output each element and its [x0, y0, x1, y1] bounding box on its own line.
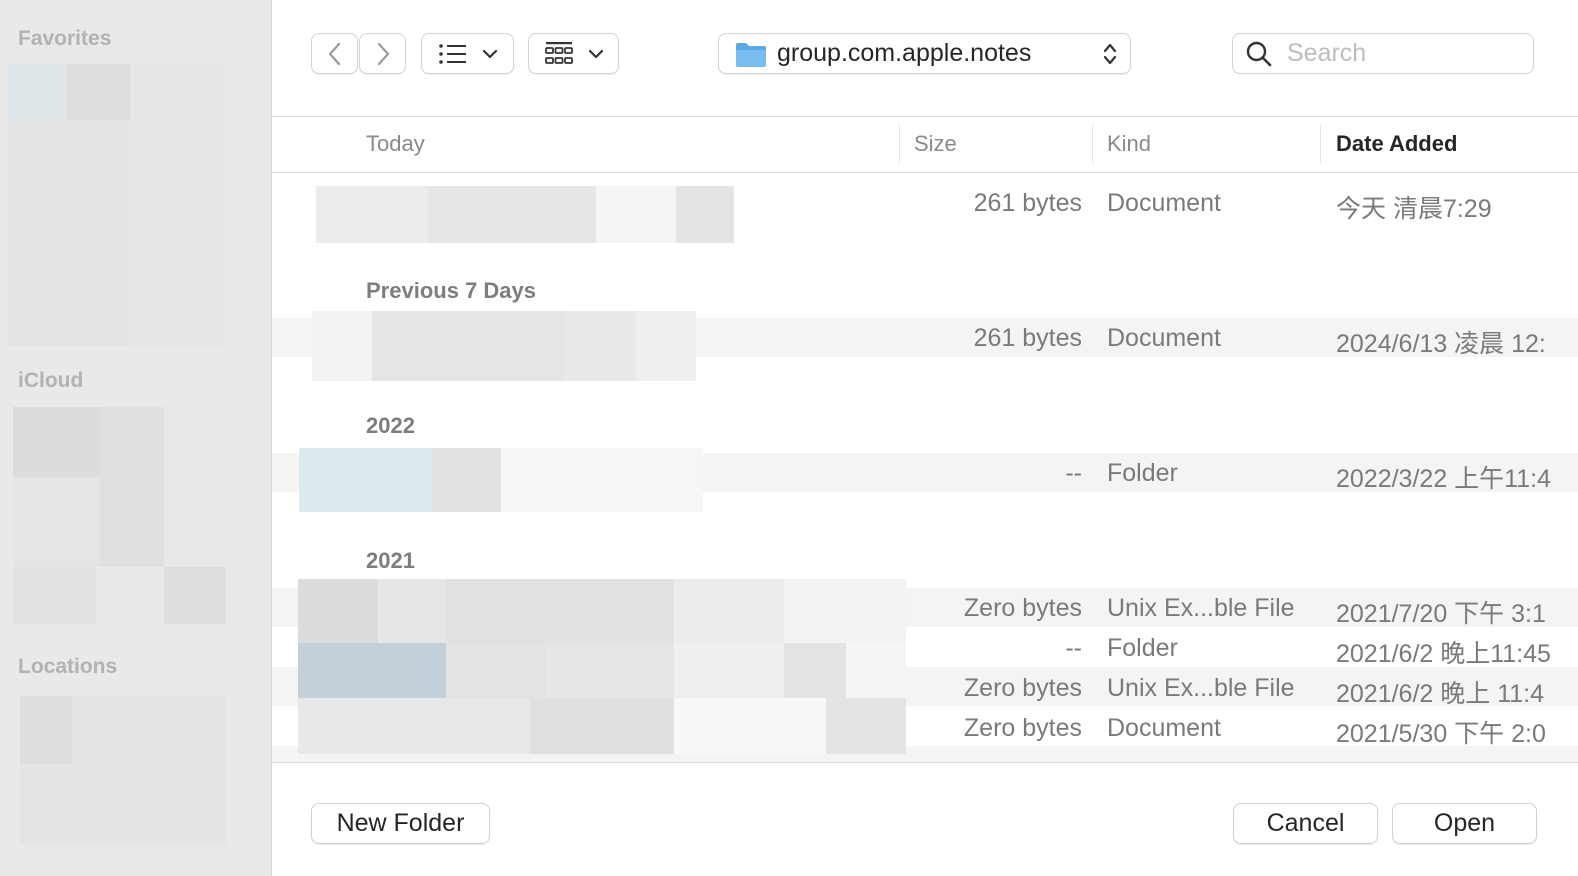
- file-date-added: 2021/6/2 晚上11:45: [1336, 640, 1551, 668]
- new-folder-button[interactable]: New Folder: [311, 803, 490, 844]
- column-header-date-added[interactable]: Date Added: [1336, 131, 1457, 157]
- column-divider[interactable]: [1320, 125, 1321, 163]
- open-button[interactable]: Open: [1392, 803, 1537, 844]
- sidebar-heading-favorites: Favorites: [18, 27, 112, 50]
- file-size: Zero bytes: [963, 674, 1082, 702]
- list-view-icon: [438, 43, 466, 64]
- chevron-down-icon: [482, 49, 497, 58]
- file-size: --: [1065, 459, 1082, 487]
- search-icon: [1246, 41, 1272, 66]
- search-field[interactable]: [1232, 33, 1534, 74]
- file-kind: Unix Ex...ble File: [1107, 594, 1295, 622]
- location-label: group.com.apple.notes: [777, 39, 1032, 67]
- file-kind: Document: [1107, 324, 1221, 352]
- file-date-added: 2022/3/22 上午11:4: [1336, 465, 1551, 493]
- column-divider[interactable]: [899, 125, 900, 163]
- bottom-bar: New Folder Cancel Open: [272, 762, 1578, 876]
- sidebar-heading-icloud: iCloud: [18, 369, 84, 392]
- folder-icon: [736, 42, 766, 67]
- chevron-right-icon: [377, 42, 389, 65]
- toolbar: group.com.apple.notes: [272, 0, 1578, 117]
- group-header-2022: 2022: [366, 413, 415, 438]
- column-header-kind[interactable]: Kind: [1107, 131, 1151, 157]
- location-popup[interactable]: group.com.apple.notes: [718, 33, 1131, 74]
- file-date-added: 今天 清晨7:29: [1336, 195, 1492, 223]
- file-size: Zero bytes: [963, 714, 1082, 742]
- chevron-down-icon: [588, 49, 603, 58]
- column-divider[interactable]: [1092, 125, 1093, 163]
- file-date-added: 2021/6/2 晚上 11:4: [1336, 680, 1545, 708]
- file-kind: Unix Ex...ble File: [1107, 674, 1295, 702]
- file-size: Zero bytes: [963, 594, 1082, 622]
- file-list: 261 bytes Document 今天 清晨7:29 Previous 7 …: [272, 174, 1578, 762]
- file-kind: Folder: [1107, 459, 1178, 487]
- grid-view-icon: [544, 41, 573, 64]
- list-view-menu-button[interactable]: [421, 33, 514, 74]
- sidebar: Favorites iCloud Locations: [0, 0, 272, 876]
- icon-view-menu-button[interactable]: [528, 33, 619, 74]
- file-kind: Document: [1107, 714, 1221, 742]
- file-kind: Document: [1107, 189, 1221, 217]
- file-kind: Folder: [1107, 634, 1178, 662]
- search-input[interactable]: [1287, 39, 1507, 68]
- column-header-name[interactable]: Today: [366, 131, 425, 157]
- column-header-row: Today Size Kind Date Added: [272, 117, 1578, 173]
- file-size: --: [1065, 634, 1082, 662]
- file-date-added: 2021/7/20 下午 3:1: [1336, 600, 1546, 628]
- file-size: 261 bytes: [973, 324, 1082, 352]
- updown-chevron-icon: [1103, 43, 1117, 64]
- file-date-added: 2024/6/13 凌晨 12:: [1336, 330, 1546, 358]
- file-date-added: 2021/5/30 下午 2:0: [1336, 720, 1546, 748]
- back-button[interactable]: [311, 33, 358, 74]
- file-size: 261 bytes: [973, 189, 1082, 217]
- sidebar-heading-locations: Locations: [18, 655, 118, 678]
- chevron-left-icon: [328, 42, 340, 65]
- cancel-button[interactable]: Cancel: [1233, 803, 1378, 844]
- group-header-previous-7-days: Previous 7 Days: [366, 278, 536, 303]
- column-header-size[interactable]: Size: [914, 131, 957, 157]
- forward-button[interactable]: [359, 33, 406, 74]
- group-header-2021: 2021: [366, 548, 415, 573]
